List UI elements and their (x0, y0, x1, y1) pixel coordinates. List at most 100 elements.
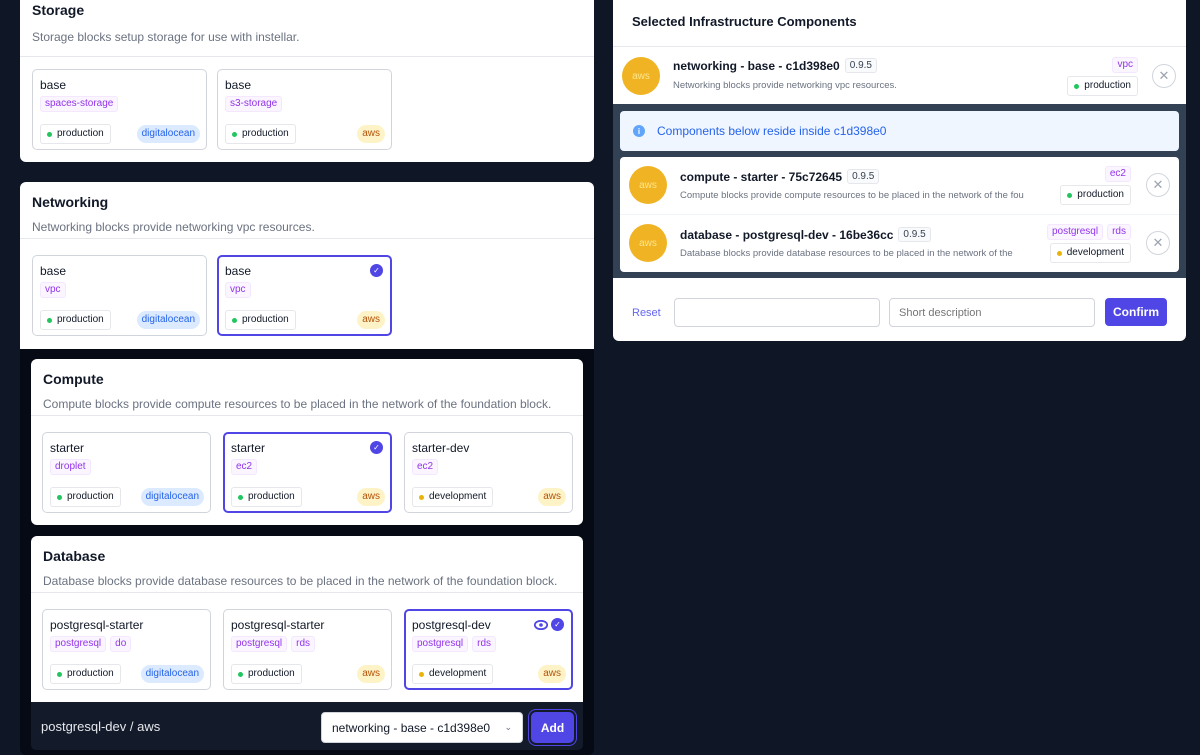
block-card[interactable]: base vpc production aws ✓ (217, 255, 392, 336)
environment-label: development (429, 668, 487, 679)
status-dot (47, 131, 52, 137)
environment-label: production (248, 491, 295, 502)
remove-component-button[interactable]: ✕ (1146, 173, 1170, 197)
provider-badge: digitalocean (140, 665, 204, 683)
component-title: compute - starter - 75c72645 0.9.5 (680, 169, 880, 184)
nested-components-container: i Components below reside inside c1d398e… (613, 104, 1186, 278)
status-dot (232, 317, 237, 323)
section-description: Compute blocks provide compute resources… (43, 397, 552, 411)
add-button[interactable]: Add (531, 712, 574, 743)
selected-components-panel: Selected Infrastructure Components aws n… (613, 0, 1186, 341)
tag-badge: postgresql (1046, 224, 1104, 240)
tag-badge: postgresql (412, 636, 469, 652)
block-card[interactable]: starter droplet production digitalocean (42, 432, 211, 513)
environment-label: production (67, 491, 114, 502)
section-description: Database blocks provide database resourc… (43, 574, 558, 588)
component-title: networking - base - c1d398e0 0.9.5 (673, 58, 877, 73)
status-dot (238, 494, 243, 500)
environment-badge: production (50, 487, 121, 507)
block-card[interactable]: postgresql-dev postgresql rds development aw… (404, 609, 573, 690)
component-tags: vpc (1112, 57, 1138, 73)
block-name: postgresql-starter (50, 618, 144, 632)
confirm-button[interactable]: Confirm (1105, 298, 1167, 326)
status-dot (1056, 250, 1062, 256)
component-description: Database blocks provide database resourc… (680, 248, 1013, 259)
check-icon: ✓ (370, 264, 383, 277)
block-tags: postgresql rds (231, 636, 316, 652)
section-title: Compute (43, 371, 104, 387)
status-dot (47, 317, 52, 323)
environment-label: production (248, 668, 295, 679)
panel-title: Selected Infrastructure Components (632, 14, 857, 29)
nested-components-list: aws compute - starter - 75c72645 0.9.5 C… (620, 157, 1179, 272)
info-alert: i Components below reside inside c1d398e… (620, 111, 1179, 151)
provider-avatar: aws (629, 166, 667, 204)
block-tags: postgresql rds (412, 636, 497, 652)
storage-section: Storage Storage blocks setup storage for… (20, 0, 594, 162)
section-title: Networking (32, 194, 109, 210)
environment-label: development (1066, 247, 1124, 258)
environment-badge: development (1049, 243, 1131, 263)
block-card[interactable]: postgresql-starter postgresql do production… (42, 609, 211, 690)
status-dot (419, 494, 424, 500)
component-description: Compute blocks provide compute resources… (680, 190, 1024, 201)
environment-badge: production (40, 124, 111, 144)
close-icon: ✕ (1158, 68, 1170, 83)
section-title: Storage (32, 2, 85, 18)
block-card[interactable]: starter-dev ec2 development aws (404, 432, 573, 513)
block-card[interactable]: base s3-storage production aws (217, 69, 392, 150)
card-status-icons: ✓ (370, 264, 383, 277)
check-icon: ✓ (370, 441, 383, 454)
block-cards: postgresql-starter postgresql do production… (42, 609, 573, 690)
block-tags: ec2 (231, 459, 258, 475)
block-name: starter-dev (412, 441, 470, 455)
name-input[interactable] (674, 298, 880, 327)
environment-label: development (429, 491, 487, 502)
status-dot (419, 671, 424, 677)
selection-label: postgresql-dev / aws (41, 719, 161, 734)
tag-badge: vpc (225, 282, 251, 298)
remove-component-button[interactable]: ✕ (1146, 231, 1170, 255)
parent-component-select[interactable]: networking - base - c1d398e0 ⌄ (321, 712, 523, 743)
tag-badge: postgresql (231, 636, 288, 652)
block-name: base (40, 78, 67, 92)
add-component-bar: postgresql-dev / aws networking - base -… (31, 702, 583, 750)
block-card[interactable]: base vpc production digitalocean (32, 255, 207, 336)
block-name: postgresql-starter (231, 618, 325, 632)
status-dot (1067, 192, 1073, 198)
environment-badge: production (1067, 76, 1138, 96)
reset-link[interactable]: Reset (632, 307, 661, 319)
block-tags: vpc (225, 282, 251, 298)
status-dot (57, 494, 62, 500)
status-dot (238, 671, 243, 677)
environment-label: production (1084, 80, 1131, 91)
eye-icon[interactable] (534, 618, 548, 631)
environment-badge: production (225, 310, 296, 330)
block-card[interactable]: starter ec2 production aws ✓ (223, 432, 392, 513)
description-input[interactable] (889, 298, 1095, 327)
compute-section: Compute Compute blocks provide compute r… (31, 359, 583, 525)
child-component-row: aws compute - starter - 75c72645 0.9.5 C… (620, 157, 1179, 213)
provider-badge: digitalocean (140, 488, 204, 506)
block-tags: spaces-storage (40, 96, 119, 112)
tag-badge: rds (472, 636, 497, 652)
card-status-icons: ✓ (534, 618, 564, 631)
block-tags: ec2 (412, 459, 439, 475)
block-card[interactable]: postgresql-starter postgresql rds productio… (223, 609, 392, 690)
component-name: networking - base - c1d398e0 (673, 58, 840, 73)
provider-avatar: aws (622, 57, 660, 95)
panel-footer: Reset Confirm (613, 284, 1186, 341)
block-card[interactable]: base spaces-storage production digitalocean (32, 69, 207, 150)
version-badge: 0.9.5 (847, 169, 880, 184)
tag-badge: ec2 (231, 459, 258, 475)
tag-badge: vpc (40, 282, 66, 298)
block-cards: base vpc production digitalocean base vpc prod… (32, 255, 392, 336)
provider-badge: aws (538, 488, 566, 506)
provider-badge: aws (538, 665, 566, 683)
section-title: Database (43, 548, 106, 564)
info-message: Components below reside inside c1d398e0 (657, 124, 887, 138)
environment-badge: development (412, 664, 494, 684)
remove-component-button[interactable]: ✕ (1152, 64, 1176, 88)
status-dot (57, 671, 62, 677)
version-badge: 0.9.5 (844, 58, 877, 73)
